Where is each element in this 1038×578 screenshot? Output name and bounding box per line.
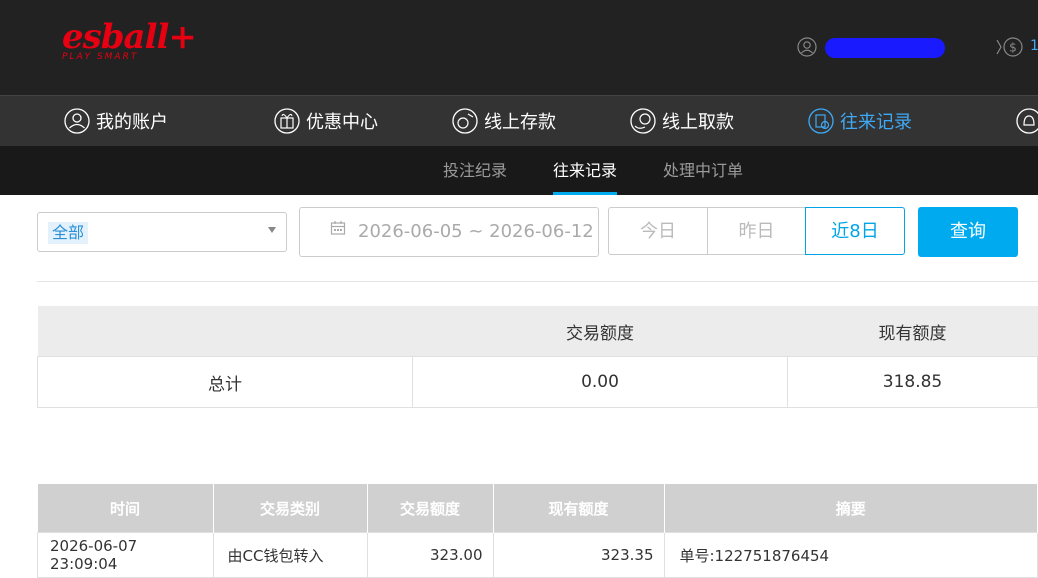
nav-item-records[interactable]: 往来记录	[806, 96, 912, 146]
column-header: 现有额度	[493, 484, 665, 533]
gift-icon	[274, 108, 300, 134]
summary-header-cell: 现有额度	[787, 306, 1038, 357]
divider	[37, 281, 1038, 282]
records-header-row: 时间 交易类别 交易额度 现有额度 摘要	[37, 484, 1038, 533]
summary-header-row: 交易额度 现有额度	[37, 306, 1038, 357]
records-icon	[808, 108, 834, 134]
summary-cell: 318.85	[787, 356, 1038, 408]
last-8-days-button[interactable]: 近8日	[805, 207, 905, 255]
date-range-value: 2026-06-05 ~ 2026-06-12	[358, 221, 594, 242]
bell-icon	[1016, 108, 1038, 134]
summary-cell: 总计	[37, 356, 413, 408]
nav-item-promotions[interactable]: 优惠中心	[272, 96, 378, 146]
type-select[interactable]: 全部	[37, 212, 287, 252]
query-button[interactable]: 查询	[918, 207, 1018, 257]
column-header: 时间	[37, 484, 214, 533]
top-bar: esball+ PLAY SMART $ 1	[0, 0, 1038, 95]
deposit-icon	[452, 108, 478, 134]
summary-cell: 0.00	[412, 356, 788, 408]
withdraw-icon	[630, 108, 656, 134]
coin-icon[interactable]: $	[995, 37, 1025, 57]
yesterday-button[interactable]: 昨日	[707, 207, 806, 255]
summary-header-cell: 交易额度	[412, 306, 788, 357]
nav-label: 线上取款	[662, 112, 734, 133]
balance-cell: 323.35	[492, 532, 665, 578]
tab-bet-records[interactable]: 投注纪录	[443, 146, 507, 195]
nav-item-notifications[interactable]	[1014, 96, 1038, 146]
redacted-username	[825, 38, 945, 58]
summary-table: 交易额度 现有额度 总计 0.00 318.85	[37, 306, 1038, 408]
nav-item-my-account[interactable]: 我的账户	[62, 96, 168, 146]
sub-nav: 投注纪录 往来记录 处理中订单	[0, 146, 1038, 195]
summary-note-cell: 单号:122751876454	[663, 532, 1038, 578]
logo-text: esball+	[62, 17, 197, 57]
nav-label: 我的账户	[96, 112, 168, 133]
svg-text:$: $	[1009, 41, 1017, 55]
column-header: 交易类别	[213, 484, 368, 533]
nav-label: 线上存款	[484, 112, 556, 133]
nav-label: 往来记录	[840, 112, 912, 133]
caret-down-icon	[268, 227, 276, 233]
tab-transaction-records[interactable]: 往来记录	[553, 146, 618, 195]
coin-value: 1	[1030, 38, 1038, 54]
main-nav: 我的账户 优惠中心 线上存款 线上取款 往来记录	[0, 95, 1038, 146]
time-cell: 2026-06-07 23:09:04	[37, 532, 214, 578]
nav-item-withdraw[interactable]: 线上取款	[628, 96, 734, 146]
today-button[interactable]: 今日	[608, 207, 708, 255]
user-icon	[64, 108, 90, 134]
selected-type-tag: 全部	[48, 222, 89, 244]
nav-label: 优惠中心	[306, 112, 378, 133]
records-table: 时间 交易类别 交易额度 现有额度 摘要 2026-06-07 23:09:04…	[37, 484, 1038, 578]
summary-row: 总计 0.00 318.85	[37, 356, 1038, 408]
summary-header-cell	[37, 306, 413, 357]
date-range-picker[interactable]: 2026-06-05 ~ 2026-06-12	[299, 207, 599, 257]
calendar-icon	[330, 221, 346, 235]
table-row: 2026-06-07 23:09:04 由CC钱包转入 323.00 323.3…	[37, 532, 1038, 578]
column-header: 摘要	[664, 484, 1038, 533]
amount-cell: 323.00	[366, 532, 494, 578]
brand-logo[interactable]: esball+ PLAY SMART	[62, 17, 197, 62]
type-cell: 由CC钱包转入	[212, 532, 368, 578]
column-header: 交易额度	[367, 484, 494, 533]
user-icon[interactable]	[797, 37, 817, 57]
tab-pending-orders[interactable]: 处理中订单	[663, 146, 743, 195]
nav-item-deposit[interactable]: 线上存款	[450, 96, 556, 146]
